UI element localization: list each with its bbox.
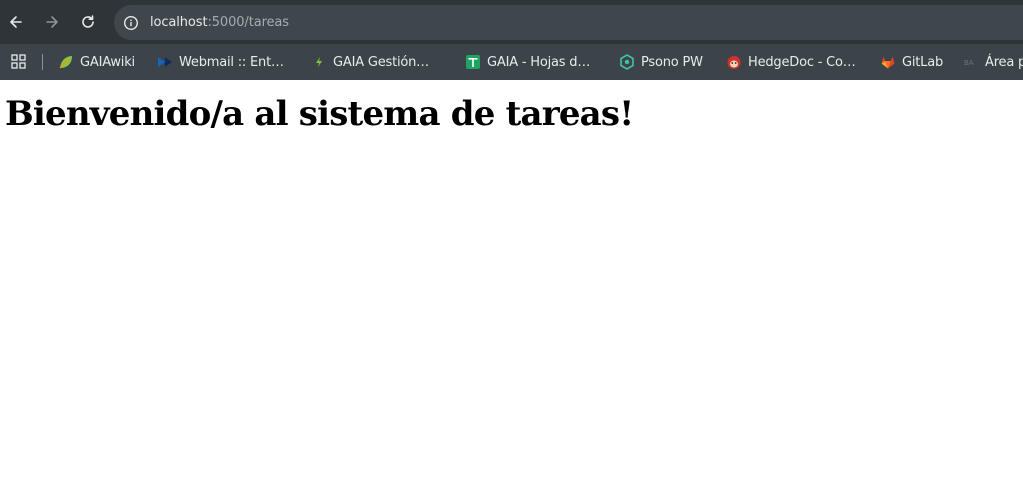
page-title: Bienvenido/a al sistema de tareas!	[5, 94, 634, 134]
url-path: :5000/tareas	[207, 15, 289, 30]
gaia-gestion-icon	[311, 54, 327, 70]
bookmark-label: HedgeDoc - Co…	[748, 54, 856, 70]
bookmark-gaia-gestion[interactable]: GAIA Gestión…	[311, 51, 429, 73]
sheets-icon	[465, 54, 481, 70]
apps-button[interactable]	[10, 53, 28, 71]
bookmarks-bar: GAIAwiki Webmail :: Ent… GAIA Gestión… G…	[0, 44, 1023, 80]
area-icon: BA	[963, 54, 979, 70]
back-button[interactable]	[4, 10, 28, 34]
site-info-button[interactable]	[122, 14, 140, 32]
bookmarks-divider	[42, 54, 43, 70]
bookmark-hedgedoc[interactable]: HedgeDoc - Co…	[726, 51, 856, 73]
url-host: localhost	[150, 15, 208, 30]
bookmark-webmail[interactable]: Webmail :: Ent…	[157, 51, 284, 73]
hedgedoc-icon	[726, 54, 742, 70]
bookmark-area[interactable]: BA Área p	[963, 51, 1023, 73]
arrow-right-icon	[46, 16, 58, 28]
info-icon	[123, 15, 139, 30]
address-bar[interactable]: localhost:5000/tareas	[114, 5, 1023, 40]
bookmark-label: Área p	[985, 54, 1023, 70]
bookmark-label: GAIAwiki	[80, 54, 135, 70]
bookmark-label: Webmail :: Ent…	[179, 54, 284, 70]
browser-toolbar: localhost:5000/tareas	[0, 0, 1023, 44]
bookmark-psono[interactable]: Psono PW	[619, 51, 703, 73]
bookmark-gaia-hojas[interactable]: GAIA - Hojas d…	[465, 51, 590, 73]
bookmark-gaiawiki[interactable]: GAIAwiki	[58, 51, 135, 73]
bookmark-label: Psono PW	[641, 54, 703, 70]
reload-icon	[82, 15, 94, 28]
bookmark-label: GAIA - Hojas d…	[487, 54, 591, 70]
browser-chrome: localhost:5000/tareas GAIAwiki Webmail :…	[0, 0, 1023, 80]
leaf-icon	[58, 54, 74, 70]
bookmark-label: GAIA Gestión…	[333, 54, 429, 70]
arrow-left-icon	[10, 16, 22, 28]
gitlab-icon	[880, 54, 896, 70]
page-content: Bienvenido/a al sistema de tareas!	[0, 80, 1023, 486]
webmail-icon	[157, 54, 173, 70]
bookmark-label: GitLab	[902, 54, 944, 70]
psono-icon	[619, 54, 635, 70]
apps-grid-icon	[11, 54, 26, 69]
reload-button[interactable]	[76, 10, 100, 34]
url-text[interactable]: localhost:5000/tareas	[150, 15, 289, 30]
bookmark-gitlab[interactable]: GitLab	[880, 51, 943, 73]
forward-button[interactable]	[40, 10, 64, 34]
svg-text:BA: BA	[964, 59, 974, 67]
